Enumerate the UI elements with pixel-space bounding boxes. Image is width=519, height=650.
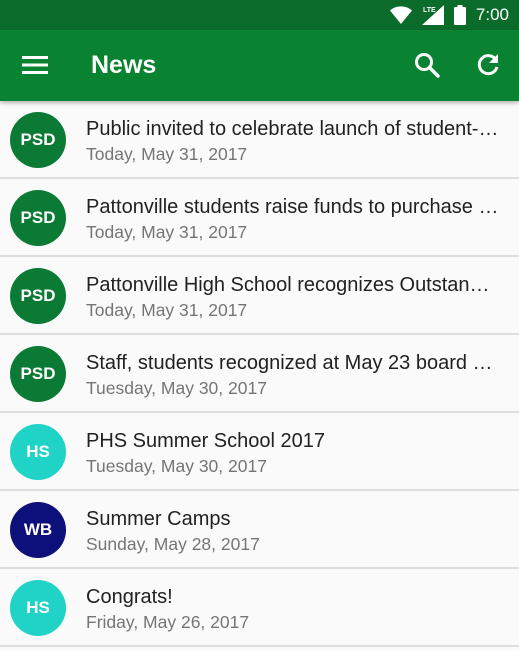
avatar-initials: WB [23, 520, 53, 539]
news-item[interactable]: PSD Public invited to celebrate launch o… [0, 101, 519, 179]
news-item[interactable]: HS Congrats! Friday, May 26, 2017 [0, 569, 519, 647]
source-avatar: PSD [10, 112, 66, 168]
news-date: Friday, May 26, 2017 [86, 612, 250, 632]
source-avatar: PSD [10, 190, 66, 246]
search-icon [415, 53, 440, 78]
status-icons: LTE 7:00 [389, 4, 509, 26]
news-item[interactable]: PSD Pattonville High School recognizes O… [0, 257, 519, 335]
refresh-icon [477, 54, 499, 76]
news-date: Today, May 31, 2017 [86, 144, 248, 164]
news-title: Summer Camps [86, 508, 231, 530]
news-title: Pattonville students raise funds to purc… [86, 196, 500, 218]
news-date: Today, May 31, 2017 [86, 300, 248, 320]
news-list: PSD Public invited to celebrate launch o… [0, 101, 519, 647]
page-title: News [91, 51, 157, 79]
avatar-initials: HS [26, 598, 50, 617]
news-date: Tuesday, May 30, 2017 [86, 378, 267, 398]
status-bar: LTE 7:00 [0, 0, 519, 30]
search-button[interactable] [404, 42, 450, 88]
avatar-initials: PSD [20, 364, 56, 383]
news-title: Public invited to celebrate launch of st… [86, 118, 500, 140]
news-item[interactable]: PSD Staff, students recognized at May 23… [0, 335, 519, 413]
clock: 7:00 [475, 5, 509, 24]
news-item[interactable]: HS PHS Summer School 2017 Tuesday, May 3… [0, 413, 519, 491]
avatar-initials: PSD [20, 208, 56, 227]
signal-icon: LTE [421, 5, 444, 25]
avatar-initials: PSD [20, 286, 56, 305]
menu-button[interactable] [12, 42, 58, 88]
source-avatar: HS [10, 424, 66, 480]
hamburger-menu-icon [22, 56, 48, 74]
news-date: Today, May 31, 2017 [86, 222, 248, 242]
news-date: Tuesday, May 30, 2017 [86, 456, 267, 476]
battery-icon [453, 5, 466, 25]
source-avatar: HS [10, 580, 66, 636]
news-item[interactable]: WB Summer Camps Sunday, May 28, 2017 [0, 491, 519, 569]
source-avatar: PSD [10, 268, 66, 324]
news-title: Staff, students recognized at May 23 boa… [86, 352, 500, 374]
source-avatar: PSD [10, 346, 66, 402]
news-item[interactable]: PSD Pattonville students raise funds to … [0, 179, 519, 257]
news-title: Congrats! [86, 586, 173, 608]
refresh-button[interactable] [465, 42, 511, 88]
news-title: Pattonville High School recognizes Outst… [86, 274, 500, 296]
news-date: Sunday, May 28, 2017 [86, 534, 260, 554]
app-bar: News [0, 30, 519, 101]
network-type-label: LTE [423, 7, 436, 14]
wifi-icon [389, 6, 412, 24]
news-title: PHS Summer School 2017 [86, 430, 326, 452]
source-avatar: WB [10, 502, 66, 558]
avatar-initials: PSD [20, 130, 56, 149]
avatar-initials: HS [26, 442, 50, 461]
